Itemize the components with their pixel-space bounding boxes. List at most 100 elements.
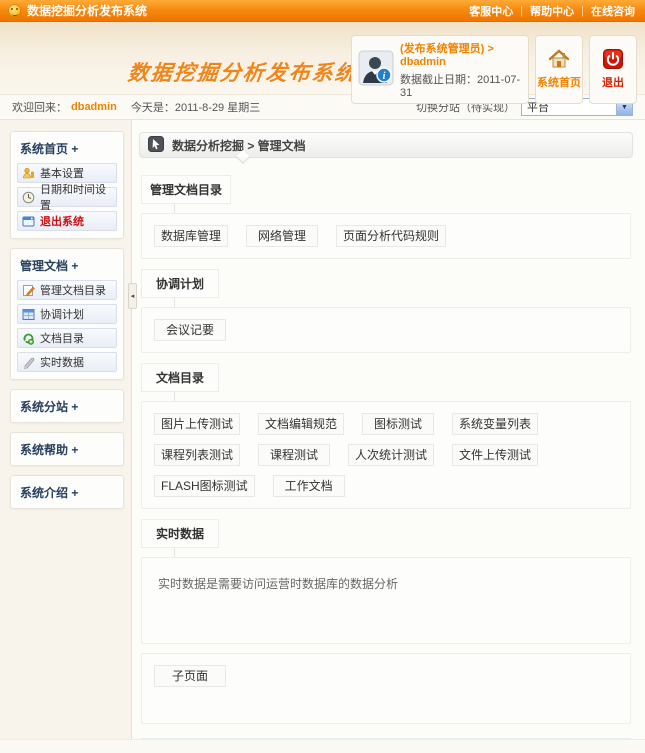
- file-upload-test-button[interactable]: 文件上传测试: [452, 444, 538, 466]
- doc-editing-standard-button[interactable]: 文档编辑规范: [258, 413, 344, 435]
- sidebar-item-label: 日期和时间设置: [40, 181, 112, 213]
- image-upload-test-button[interactable]: 图片上传测试: [154, 413, 240, 435]
- user-role-line: (发布系统管理员) > dbadmin: [400, 40, 522, 68]
- course-list-test-button[interactable]: 课程列表测试: [154, 444, 240, 466]
- topbar-separator: |: [520, 5, 523, 17]
- sidebar-item-label: 管理文档目录: [40, 282, 106, 298]
- page: 数据挖掘分析发布系统 客服中心 | 帮助中心 | 在线咨询 数据挖掘分析发布系统: [0, 0, 645, 753]
- section-box: 实时数据是需要访问运营时数据库的数据分析: [141, 557, 631, 644]
- section-box: 会议记要: [141, 307, 631, 353]
- section-subpages: 子页面: [139, 653, 633, 724]
- section-doc-catalog: 文档目录 图片上传测试 文档编辑规范 图标测试 系统变量列表 课程列表测试 课程…: [139, 355, 633, 509]
- sidebar-group-manage-docs: 管理文档 + 管理文档目录: [10, 248, 124, 380]
- window-icon: [22, 215, 35, 228]
- power-icon: [603, 49, 623, 72]
- sidebar-item-label: 协调计划: [40, 306, 84, 322]
- sidebar-group-title-system-branches[interactable]: 系统分站 +: [17, 397, 117, 416]
- topbar-brand: 数据挖掘分析发布系统: [8, 2, 147, 19]
- sidebar-item-manage-doc-catalog[interactable]: 管理文档目录: [17, 280, 117, 300]
- sidebar-item-label: 实时数据: [40, 354, 84, 370]
- today-date: 今天是：2011-8-29 星期三: [131, 99, 260, 115]
- user-text: (发布系统管理员) > dbadmin 数据截止日期：2011-07-31: [400, 40, 522, 99]
- network-manage-button[interactable]: 网络管理: [246, 225, 318, 247]
- sidebar-group-title-system-help[interactable]: 系统帮助 +: [17, 440, 117, 459]
- sidebar-item-label: 文档目录: [40, 330, 84, 346]
- sidebar-group-title-manage-docs[interactable]: 管理文档 +: [17, 256, 117, 280]
- system-home-button[interactable]: 系统首页: [535, 35, 583, 104]
- sidebar-group-title-system-intro[interactable]: 系统介绍 +: [17, 483, 117, 502]
- data-deadline-line: 数据截止日期：2011-07-31: [400, 71, 522, 99]
- sidebar-group-title-system-home[interactable]: 系统首页 +: [17, 139, 117, 163]
- section-box: 图片上传测试 文档编辑规范 图标测试 系统变量列表 课程列表测试 课程测试 人次…: [141, 401, 631, 509]
- main-content: 数据分析挖掘 > 管理文档 管理文档目录 数据库管理 网络管理 页面分析代码规则…: [132, 120, 645, 739]
- sidebar-item-doc-catalog[interactable]: 文档目录: [17, 328, 117, 348]
- sidebar-collapse-handle[interactable]: ◂: [128, 283, 137, 309]
- welcome-left: 欢迎回来： dbadmin 今天是：2011-8-29 星期三: [12, 99, 260, 115]
- sidebar-item-realtime-data[interactable]: 实时数据: [17, 352, 117, 372]
- section-label: 文档目录: [141, 363, 219, 392]
- breadcrumb: 数据分析挖掘 > 管理文档: [139, 132, 633, 158]
- section-label: 管理文档目录: [141, 175, 231, 204]
- section-box: 子页面: [141, 653, 631, 724]
- sidebar-group-system-home: 系统首页 + 基本设置: [10, 131, 124, 239]
- system-home-label: 系统首页: [537, 74, 581, 90]
- section-label: 实时数据: [141, 519, 219, 548]
- work-docs-button[interactable]: 工作文档: [273, 475, 345, 497]
- sidebar-item-coordination-plan[interactable]: 协调计划: [17, 304, 117, 324]
- topbar-links: 客服中心 | 帮助中心 | 在线咨询: [469, 3, 635, 19]
- sidebar-group-system-intro: 系统介绍 +: [10, 475, 124, 509]
- sidebar-item-exit-system[interactable]: 退出系统: [17, 211, 117, 231]
- flash-icon-test-button[interactable]: FLASH图标测试: [154, 475, 255, 497]
- visits-stats-test-button[interactable]: 人次统计测试: [348, 444, 434, 466]
- logout-button[interactable]: 退出: [589, 35, 637, 104]
- topbar-separator: |: [581, 5, 584, 17]
- breadcrumb-text: 数据分析挖掘 > 管理文档: [172, 137, 306, 154]
- pencil-icon: [22, 356, 35, 369]
- clock-icon: [22, 191, 35, 204]
- logo-text: 数据挖掘分析发布系统: [126, 57, 359, 87]
- sidebar-group-system-help: 系统帮助 +: [10, 432, 124, 466]
- content-bottom-divider: [141, 738, 631, 739]
- sidebar-item-label: 基本设置: [40, 165, 84, 181]
- topbar-title: 数据挖掘分析发布系统: [27, 2, 147, 19]
- course-test-button[interactable]: 课程测试: [258, 444, 330, 466]
- section-box: 数据库管理 网络管理 页面分析代码规则: [141, 213, 631, 259]
- sidebar: 系统首页 + 基本设置: [0, 120, 132, 739]
- online-consult-link[interactable]: 在线咨询: [591, 3, 635, 19]
- logout-label: 退出: [602, 74, 624, 90]
- realtime-data-note: 实时数据是需要访问运营时数据库的数据分析: [154, 569, 400, 632]
- sidebar-item-datetime-settings[interactable]: 日期和时间设置: [17, 187, 117, 207]
- schedule-icon: [22, 308, 35, 321]
- database-manage-button[interactable]: 数据库管理: [154, 225, 228, 247]
- avatar: i: [358, 50, 394, 89]
- subpage-button[interactable]: 子页面: [154, 665, 226, 687]
- sidebar-item-label: 退出系统: [40, 213, 84, 229]
- welcome-username: dbadmin: [71, 101, 117, 113]
- help-center-link[interactable]: 帮助中心: [530, 3, 574, 19]
- meeting-notes-button[interactable]: 会议记要: [154, 319, 226, 341]
- system-variables-list-button[interactable]: 系统变量列表: [452, 413, 538, 435]
- svg-text:i: i: [383, 71, 386, 82]
- user-settings-icon: [22, 167, 35, 180]
- sidebar-item-basic-settings[interactable]: 基本设置: [17, 163, 117, 183]
- edit-icon: [22, 284, 35, 297]
- header-user-area: i (发布系统管理员) > dbadmin 数据截止日期：2011-07-31: [351, 35, 637, 104]
- user-info-box: i (发布系统管理员) > dbadmin 数据截止日期：2011-07-31: [351, 35, 529, 104]
- section-label: 协调计划: [141, 269, 219, 298]
- body: 系统首页 + 基本设置: [0, 120, 645, 739]
- icon-test-button[interactable]: 图标测试: [362, 413, 434, 435]
- header: 数据挖掘分析发布系统: [0, 22, 645, 95]
- page-analytics-code-rules-button[interactable]: 页面分析代码规则: [336, 225, 446, 247]
- home-icon: [548, 49, 570, 72]
- footer: 首页 | 帮助 | 关于我们: [0, 739, 645, 753]
- smiley-icon: [8, 4, 21, 17]
- service-center-link[interactable]: 客服中心: [469, 3, 513, 19]
- welcome-label: 欢迎回来：: [12, 99, 67, 115]
- section-manage-doc-catalog: 管理文档目录 数据库管理 网络管理 页面分析代码规则: [139, 167, 633, 259]
- topbar: 数据挖掘分析发布系统 客服中心 | 帮助中心 | 在线咨询: [0, 0, 645, 22]
- section-realtime-data: 实时数据 实时数据是需要访问运营时数据库的数据分析: [139, 511, 633, 644]
- sidebar-group-system-branches: 系统分站 +: [10, 389, 124, 423]
- page-cursor-icon: [148, 136, 164, 155]
- section-coordination-plan: 协调计划 会议记要: [139, 261, 633, 353]
- folder-refresh-icon: [22, 332, 35, 345]
